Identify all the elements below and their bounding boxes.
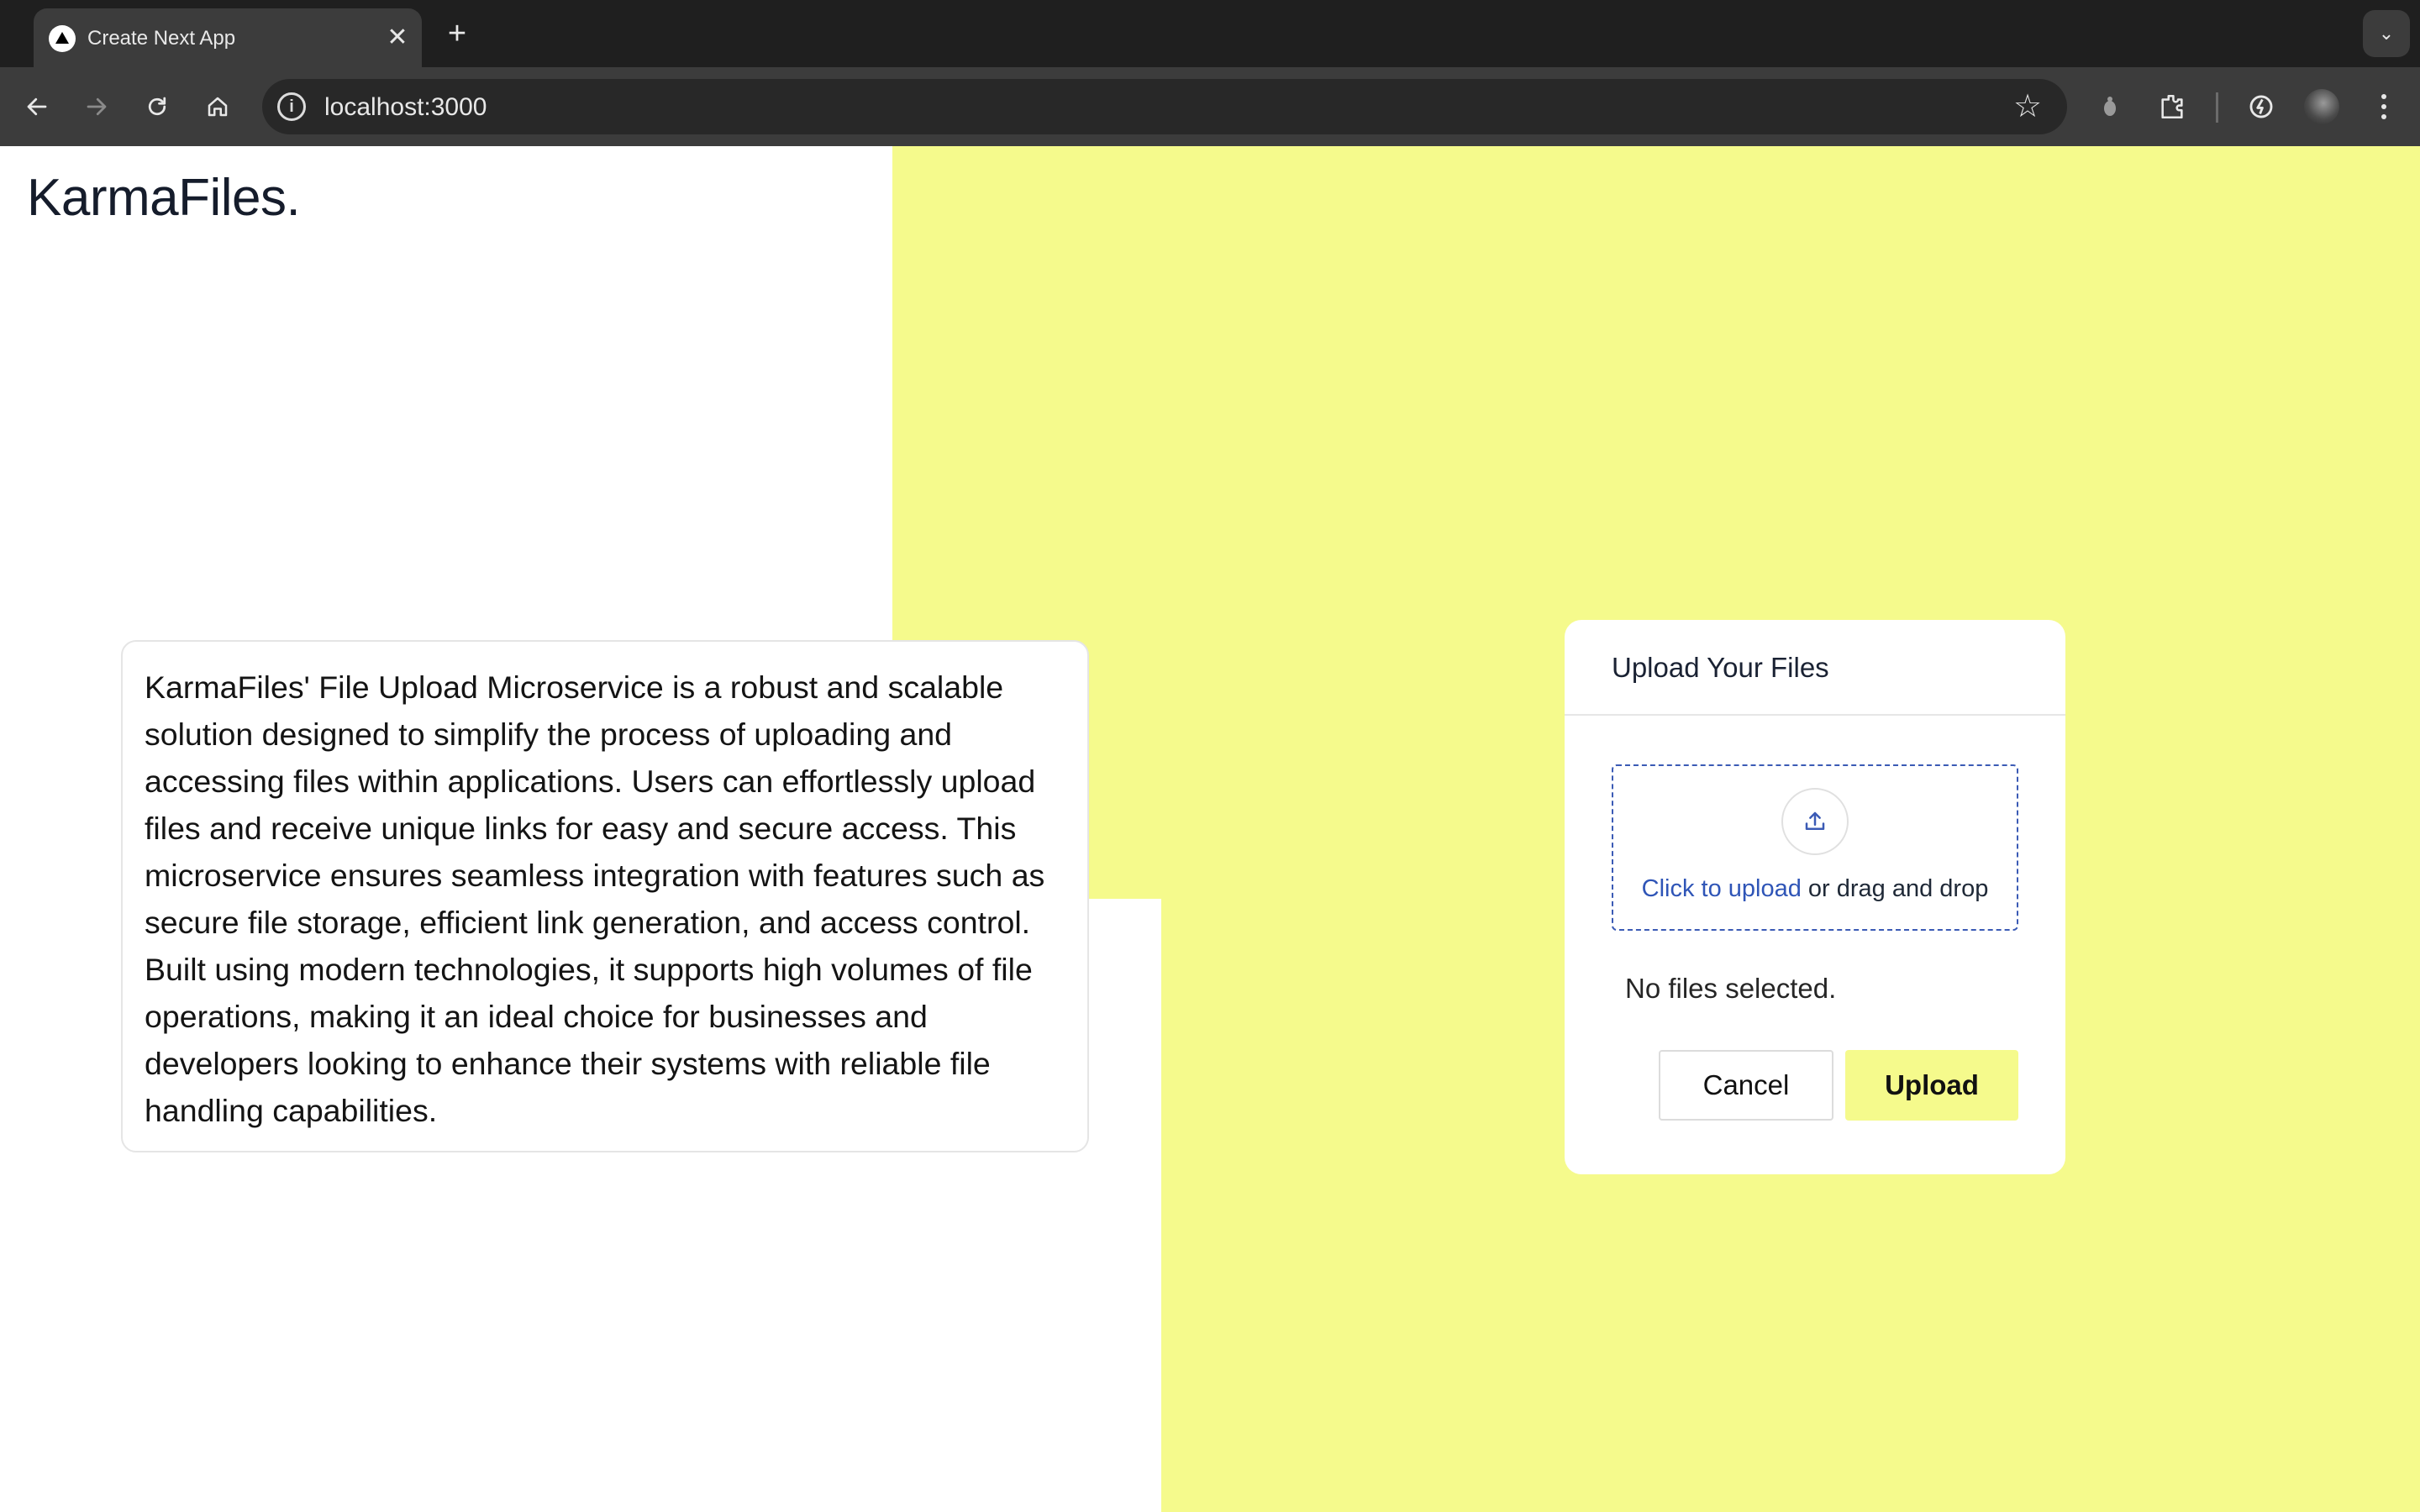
page-viewport: KarmaFiles. KarmaFiles' File Upload Micr… <box>0 146 2420 1512</box>
extensions-icon[interactable] <box>2151 86 2193 128</box>
new-tab-button[interactable]: + <box>440 17 474 50</box>
back-arrow-icon[interactable] <box>16 86 58 128</box>
browser-tab[interactable]: Create Next App ✕ <box>34 8 422 67</box>
file-dropzone[interactable]: Click to upload or drag and drop <box>1612 764 2018 931</box>
dropzone-text: Click to upload or drag and drop <box>1613 875 2017 903</box>
file-status-text: No files selected. <box>1625 973 1837 1004</box>
bookmark-star-icon[interactable]: ☆ <box>2008 87 2047 126</box>
browser-menu-icon[interactable] <box>2363 86 2405 128</box>
reload-icon[interactable] <box>136 86 178 128</box>
address-bar[interactable]: i localhost:3000 ☆ <box>262 79 2067 134</box>
browser-chrome: Create Next App ✕ + ⌄ i localhost:3000 ☆ <box>0 0 2420 146</box>
cancel-button[interactable]: Cancel <box>1659 1050 1833 1121</box>
description-text: KarmaFiles' File Upload Microservice is … <box>145 669 1045 1128</box>
home-icon[interactable] <box>197 86 239 128</box>
performance-icon[interactable] <box>2240 86 2282 128</box>
tab-close-icon[interactable]: ✕ <box>383 24 412 52</box>
upload-button[interactable]: Upload <box>1845 1050 2018 1121</box>
brand-logo-text: KarmaFiles. <box>27 169 301 227</box>
site-info-icon[interactable]: i <box>277 92 306 121</box>
upload-title: Upload Your Files <box>1612 652 1829 683</box>
forward-arrow-icon[interactable] <box>76 86 118 128</box>
tab-strip: Create Next App ✕ + ⌄ <box>0 0 2420 67</box>
drag-drop-text: or drag and drop <box>1801 875 1989 902</box>
upload-card: Upload Your Files Click to upload or dra… <box>1565 620 2065 1174</box>
tab-search-button[interactable]: ⌄ <box>2363 10 2410 57</box>
nextjs-favicon-icon <box>49 25 76 52</box>
upload-card-header: Upload Your Files <box>1565 620 2065 716</box>
extension-puzzle-small-icon[interactable] <box>2089 86 2131 128</box>
tab-title: Create Next App <box>87 27 236 50</box>
toolbar-divider <box>2216 92 2218 123</box>
upload-arrow-icon <box>1781 788 1849 855</box>
profile-avatar[interactable] <box>2304 89 2339 124</box>
browser-toolbar: i localhost:3000 ☆ <box>0 67 2420 146</box>
url-text[interactable]: localhost:3000 <box>324 93 487 122</box>
description-card: KarmaFiles' File Upload Microservice is … <box>121 640 1089 1152</box>
click-to-upload-link[interactable]: Click to upload <box>1642 875 1802 902</box>
